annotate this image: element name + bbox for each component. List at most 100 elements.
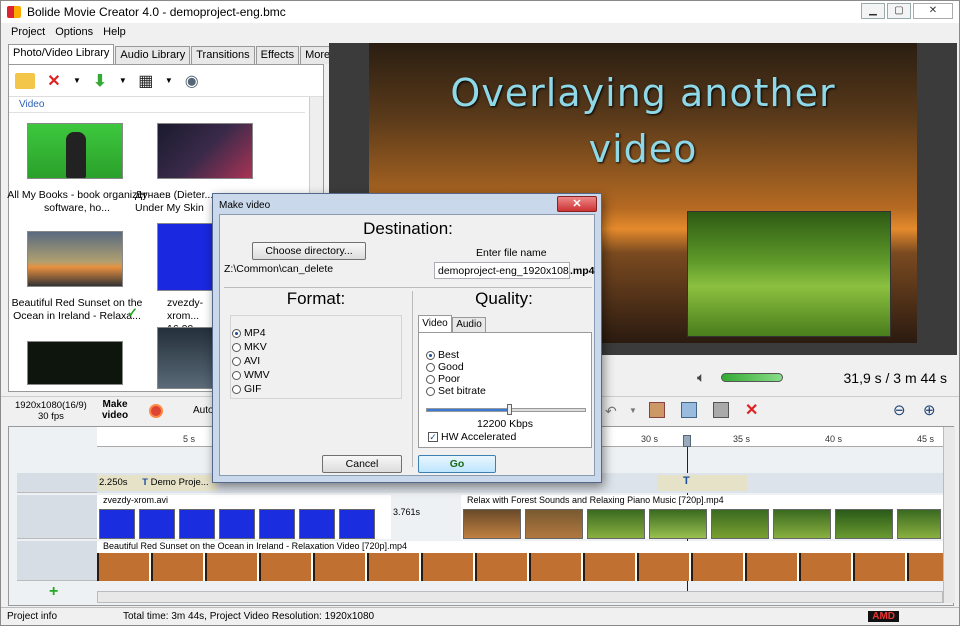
copy-icon[interactable] — [681, 402, 697, 418]
destination-heading: Destination: — [363, 219, 453, 238]
file-name-input[interactable]: demoproject-eng_1920x108( — [434, 262, 570, 279]
quality-tab-audio[interactable]: Audio — [452, 317, 486, 333]
library-item-caption: All My Books - book organizer software, … — [7, 189, 147, 214]
quality-best-radio[interactable]: Best — [426, 349, 459, 361]
pip-video-overlay — [687, 211, 891, 337]
library-item-caption: Beautiful Red Sunset on the Ocean in Ire… — [11, 297, 143, 322]
track-header-video — [17, 495, 97, 539]
format-wmv-radio[interactable]: WMV — [232, 369, 270, 381]
overlay-title-line2: video — [588, 127, 698, 171]
format-avi-radio[interactable]: AVI — [232, 355, 260, 367]
hw-accelerated-checkbox[interactable]: ✓ HW Accelerated — [428, 431, 516, 443]
library-item-thumb[interactable] — [157, 123, 253, 179]
amd-logo: AMD — [868, 611, 899, 622]
video-track-2: Beautiful Red Sunset on the Ocean in Ire… — [97, 541, 943, 581]
format-mkv-radio[interactable]: MKV — [232, 341, 267, 353]
record-icon[interactable] — [149, 404, 163, 418]
quality-bitrate-radio[interactable]: Set bitrate — [426, 385, 486, 397]
video-clip[interactable] — [97, 553, 943, 581]
maximize-button[interactable]: ▢ — [887, 3, 911, 19]
add-track-icon[interactable]: + — [49, 583, 58, 601]
fps-label: 30 fps — [37, 411, 64, 422]
playback-time: 31,9 s / 3 m 44 s — [843, 370, 948, 386]
tick-label: 30 s — [641, 434, 659, 444]
zoom-in-icon[interactable]: ⊕ — [923, 401, 936, 419]
open-folder-icon[interactable] — [15, 72, 35, 89]
format-mp4-radio[interactable]: MP4 — [232, 327, 266, 339]
text-clip[interactable]: 2.250s T Demo Proje... — [97, 475, 217, 491]
volume-icon[interactable]: 🔈︎ — [697, 369, 705, 386]
quality-heading: Quality: — [475, 289, 533, 308]
app-logo-icon — [7, 6, 21, 18]
overlay-title-line1: Overlaying another — [450, 71, 836, 115]
bitrate-slider-fill — [427, 409, 510, 411]
film-icon[interactable]: ▦ — [135, 70, 157, 92]
checkmark-icon: ✓ — [127, 305, 138, 320]
bitrate-slider-thumb[interactable] — [507, 404, 512, 415]
track-header-video — [17, 541, 97, 581]
video-track-1: zvezdy-xrom.avi 3.761s Relax with Forest… — [97, 495, 943, 539]
destination-path: Z:\Common\can_delete — [224, 263, 334, 275]
project-info-label: Project info — [7, 611, 58, 622]
close-button[interactable]: ✕ — [913, 3, 953, 19]
format-heading: Format: — [286, 289, 346, 308]
library-item-thumb[interactable] — [27, 123, 123, 179]
minimize-button[interactable]: ▁ — [861, 3, 885, 19]
make-video-dialog: Make video ✕ Destination: Choose directo… — [212, 193, 602, 483]
format-gif-radio[interactable]: GIF — [232, 383, 262, 395]
trim-icon[interactable] — [649, 402, 665, 418]
menu-help[interactable]: Help — [103, 26, 126, 42]
delete-clip-icon[interactable]: ✕ — [745, 400, 758, 420]
choose-directory-button[interactable]: Choose directory... — [252, 242, 366, 260]
library-item-thumb[interactable] — [27, 341, 123, 385]
quality-tab-video[interactable]: Video — [418, 315, 452, 333]
tick-label: 5 s — [183, 434, 196, 444]
app-window: Bolide Movie Creator 4.0 - demoproject-e… — [0, 0, 960, 626]
video-clip[interactable]: Relax with Forest Sounds and Relaxing Pi… — [461, 495, 943, 539]
tab-transitions[interactable]: Transitions — [191, 46, 255, 64]
video-clip[interactable]: zvezdy-xrom.avi — [97, 495, 391, 539]
paste-icon[interactable] — [713, 402, 729, 418]
text-clip[interactable]: T — [657, 475, 747, 491]
playhead-marker[interactable] — [683, 435, 691, 447]
text-t-icon: T — [142, 477, 148, 488]
text-clip-label: Demo Proje... — [150, 477, 209, 488]
chevron-down-icon[interactable]: ▼ — [119, 76, 127, 85]
tab-effects[interactable]: Effects — [255, 46, 300, 64]
make-video-button[interactable]: Make video — [101, 399, 129, 421]
file-name-label: Enter file name — [476, 247, 547, 259]
resolution-label: 1920x1080(16/9) — [15, 400, 87, 411]
menu-options[interactable]: Options — [55, 26, 93, 42]
delete-icon[interactable]: ✕ — [43, 70, 65, 92]
clip-name: zvezdy-xrom.avi — [103, 495, 169, 505]
tab-audio-library[interactable]: Audio Library — [115, 46, 191, 64]
window-title: Bolide Movie Creator 4.0 - demoproject-e… — [27, 5, 286, 19]
dialog-close-button[interactable]: ✕ — [557, 196, 597, 212]
cancel-button[interactable]: Cancel — [322, 455, 402, 473]
file-extension: .mp4 — [570, 265, 595, 277]
track-header-text — [17, 473, 97, 493]
go-button[interactable]: Go — [418, 455, 496, 473]
quality-good-radio[interactable]: Good — [426, 361, 464, 373]
auto-button[interactable]: Auto — [193, 405, 214, 416]
menu-project[interactable]: Project — [11, 26, 45, 42]
undo-icon[interactable]: ↶ — [605, 403, 617, 420]
tab-photo-video-library[interactable]: Photo/Video Library — [8, 44, 115, 64]
dialog-body: Destination: Choose directory... Z:\Comm… — [219, 214, 595, 476]
dialog-title: Make video — [219, 200, 271, 211]
library-item-thumb[interactable] — [27, 231, 123, 287]
volume-slider[interactable] — [721, 373, 783, 382]
timeline-hscrollbar[interactable] — [97, 591, 943, 603]
move-down-icon[interactable]: ⬇ — [89, 70, 111, 92]
zoom-out-icon[interactable]: ⊖ — [893, 401, 906, 419]
tick-label: 40 s — [825, 434, 843, 444]
clip-name: Beautiful Red Sunset on the Ocean in Ire… — [103, 541, 408, 551]
bitrate-value: 12200 Kbps — [476, 418, 534, 430]
chevron-down-icon[interactable]: ▼ — [73, 76, 81, 85]
chevron-down-icon[interactable]: ▼ — [165, 76, 173, 85]
text-t-icon: T — [683, 475, 690, 487]
timeline-vscrollbar[interactable] — [943, 427, 955, 603]
webcam-icon[interactable]: ◉ — [181, 70, 203, 92]
quality-poor-radio[interactable]: Poor — [426, 373, 460, 385]
chevron-down-icon[interactable]: ▼ — [629, 406, 637, 415]
